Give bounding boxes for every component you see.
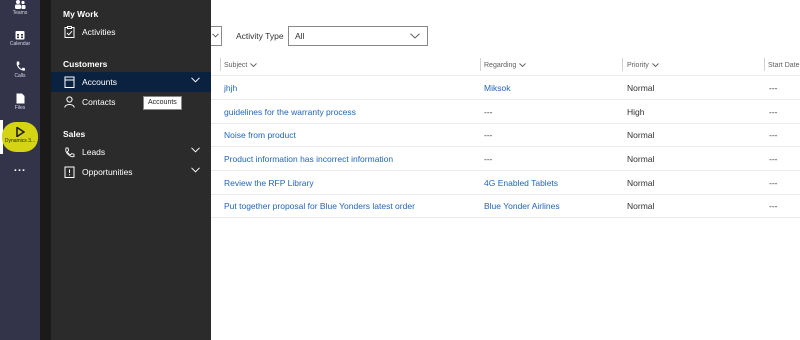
nav-item-contacts[interactable]: Contacts bbox=[51, 92, 211, 112]
chevron-down-icon bbox=[410, 33, 420, 39]
sitemap: My Work Activities Customers Accounts Co… bbox=[51, 0, 211, 340]
regarding-link[interactable]: Blue Yonder Airlines bbox=[484, 201, 560, 211]
person-icon bbox=[62, 95, 76, 109]
priority-value: Normal bbox=[627, 130, 655, 140]
chevron-down-icon bbox=[191, 77, 200, 83]
table-row[interactable]: Product information has incorrect inform… bbox=[211, 147, 800, 171]
nav-label: Accounts bbox=[82, 77, 117, 87]
regarding-value: --- bbox=[484, 107, 493, 117]
nav-label: Leads bbox=[82, 147, 106, 157]
regarding-link[interactable]: 4G Enabled Tablets bbox=[484, 178, 558, 188]
column-divider bbox=[622, 58, 623, 71]
start-date-value: --- bbox=[769, 154, 778, 164]
nav-item-activities[interactable]: Activities bbox=[51, 22, 211, 42]
subject-link[interactable]: Review the RFP Library bbox=[224, 178, 314, 188]
column-header-start-date[interactable]: Start Date bbox=[768, 56, 800, 74]
clipboard-icon bbox=[62, 25, 76, 39]
column-header-label: Start Date bbox=[768, 61, 800, 69]
view-selector-edge[interactable] bbox=[211, 26, 222, 46]
priority-value: Normal bbox=[627, 83, 655, 93]
table-row[interactable]: Review the RFP Library 4G Enabled Tablet… bbox=[211, 171, 800, 195]
chevron-down-icon bbox=[519, 63, 527, 67]
start-date-value: --- bbox=[769, 201, 778, 211]
rail-teams[interactable]: Teams bbox=[0, 0, 40, 18]
nav-item-leads[interactable]: Leads bbox=[51, 142, 211, 162]
app-rail: Teams Calendar Calls Files Dynamics 3...… bbox=[0, 0, 40, 340]
more-apps-icon[interactable]: ... bbox=[0, 163, 40, 174]
section-sales: Sales bbox=[63, 129, 86, 139]
section-my-work: My Work bbox=[63, 9, 99, 19]
phone-icon bbox=[16, 61, 25, 71]
nav-label: Contacts bbox=[82, 97, 116, 107]
column-header-label: Priority bbox=[627, 61, 649, 69]
subject-link[interactable]: guidelines for the warranty process bbox=[224, 107, 356, 117]
subject-link[interactable]: Put together proposal for Blue Yonders l… bbox=[224, 201, 415, 211]
priority-value: High bbox=[627, 107, 645, 117]
activity-type-value: All bbox=[295, 31, 305, 41]
priority-value: Normal bbox=[627, 201, 655, 211]
subject-link[interactable]: Noise from product bbox=[224, 130, 296, 140]
nav-label: Activities bbox=[82, 27, 116, 37]
chevron-down-icon bbox=[191, 167, 200, 173]
regarding-value: --- bbox=[484, 130, 493, 140]
table-row[interactable]: Noise from product --- Normal --- bbox=[211, 123, 800, 147]
priority-value: Normal bbox=[627, 178, 655, 188]
rail-calls[interactable]: Calls bbox=[0, 61, 40, 83]
column-divider bbox=[480, 58, 481, 71]
priority-value: Normal bbox=[627, 154, 655, 164]
start-date-value: --- bbox=[769, 107, 778, 117]
column-header-priority[interactable]: Priority bbox=[627, 56, 659, 74]
account-icon bbox=[62, 75, 76, 89]
dynamics-icon bbox=[15, 127, 25, 137]
table-row[interactable]: jhjh Miksok Normal --- bbox=[211, 76, 800, 100]
nav-item-accounts[interactable]: Accounts bbox=[51, 72, 211, 92]
accounts-tooltip: Accounts bbox=[143, 96, 182, 110]
table-row[interactable]: Put together proposal for Blue Yonders l… bbox=[211, 194, 800, 218]
section-customers: Customers bbox=[63, 59, 108, 69]
column-header-label: Subject bbox=[224, 61, 248, 69]
start-date-value: --- bbox=[769, 178, 778, 188]
start-date-value: --- bbox=[769, 130, 778, 140]
rail-files[interactable]: Files bbox=[0, 93, 40, 115]
file-icon bbox=[16, 93, 24, 104]
activity-type-select[interactable]: All bbox=[288, 26, 428, 46]
rail-label: Files bbox=[14, 105, 26, 111]
column-header-subject[interactable]: Subject bbox=[224, 56, 258, 74]
opportunity-icon bbox=[62, 165, 76, 179]
start-date-value: --- bbox=[769, 83, 778, 93]
main-content: Activity Type All Subject Regarding Prio… bbox=[211, 0, 800, 340]
phone-icon bbox=[62, 145, 76, 159]
nav-item-opportunities[interactable]: Opportunities bbox=[51, 162, 211, 182]
teams-icon bbox=[15, 0, 26, 9]
column-divider bbox=[220, 58, 221, 71]
column-divider bbox=[764, 58, 765, 71]
column-header-label: Regarding bbox=[484, 61, 517, 69]
rail-label: Dynamics 3... bbox=[4, 138, 36, 144]
rail-label: Calendar bbox=[9, 41, 31, 47]
chevron-down-icon bbox=[250, 63, 258, 67]
column-header-regarding[interactable]: Regarding bbox=[484, 56, 527, 74]
chevron-down-icon bbox=[651, 63, 659, 67]
nav-label: Opportunities bbox=[82, 167, 133, 177]
regarding-value: --- bbox=[484, 154, 493, 164]
subject-link[interactable]: Product information has incorrect inform… bbox=[224, 154, 393, 164]
rail-label: Teams bbox=[12, 10, 28, 16]
calendar-icon bbox=[15, 31, 25, 40]
activity-type-label: Activity Type bbox=[236, 31, 284, 41]
subject-link[interactable]: jhjh bbox=[224, 83, 237, 93]
rail-calendar[interactable]: Calendar bbox=[0, 30, 40, 52]
rail-gap bbox=[40, 0, 51, 340]
rail-dynamics[interactable]: Dynamics 3... bbox=[2, 122, 38, 152]
table-row[interactable]: guidelines for the warranty process --- … bbox=[211, 100, 800, 124]
chevron-down-icon bbox=[191, 147, 200, 153]
rail-label: Calls bbox=[14, 73, 26, 79]
regarding-link[interactable]: Miksok bbox=[484, 83, 510, 93]
chevron-down-icon bbox=[212, 33, 219, 38]
